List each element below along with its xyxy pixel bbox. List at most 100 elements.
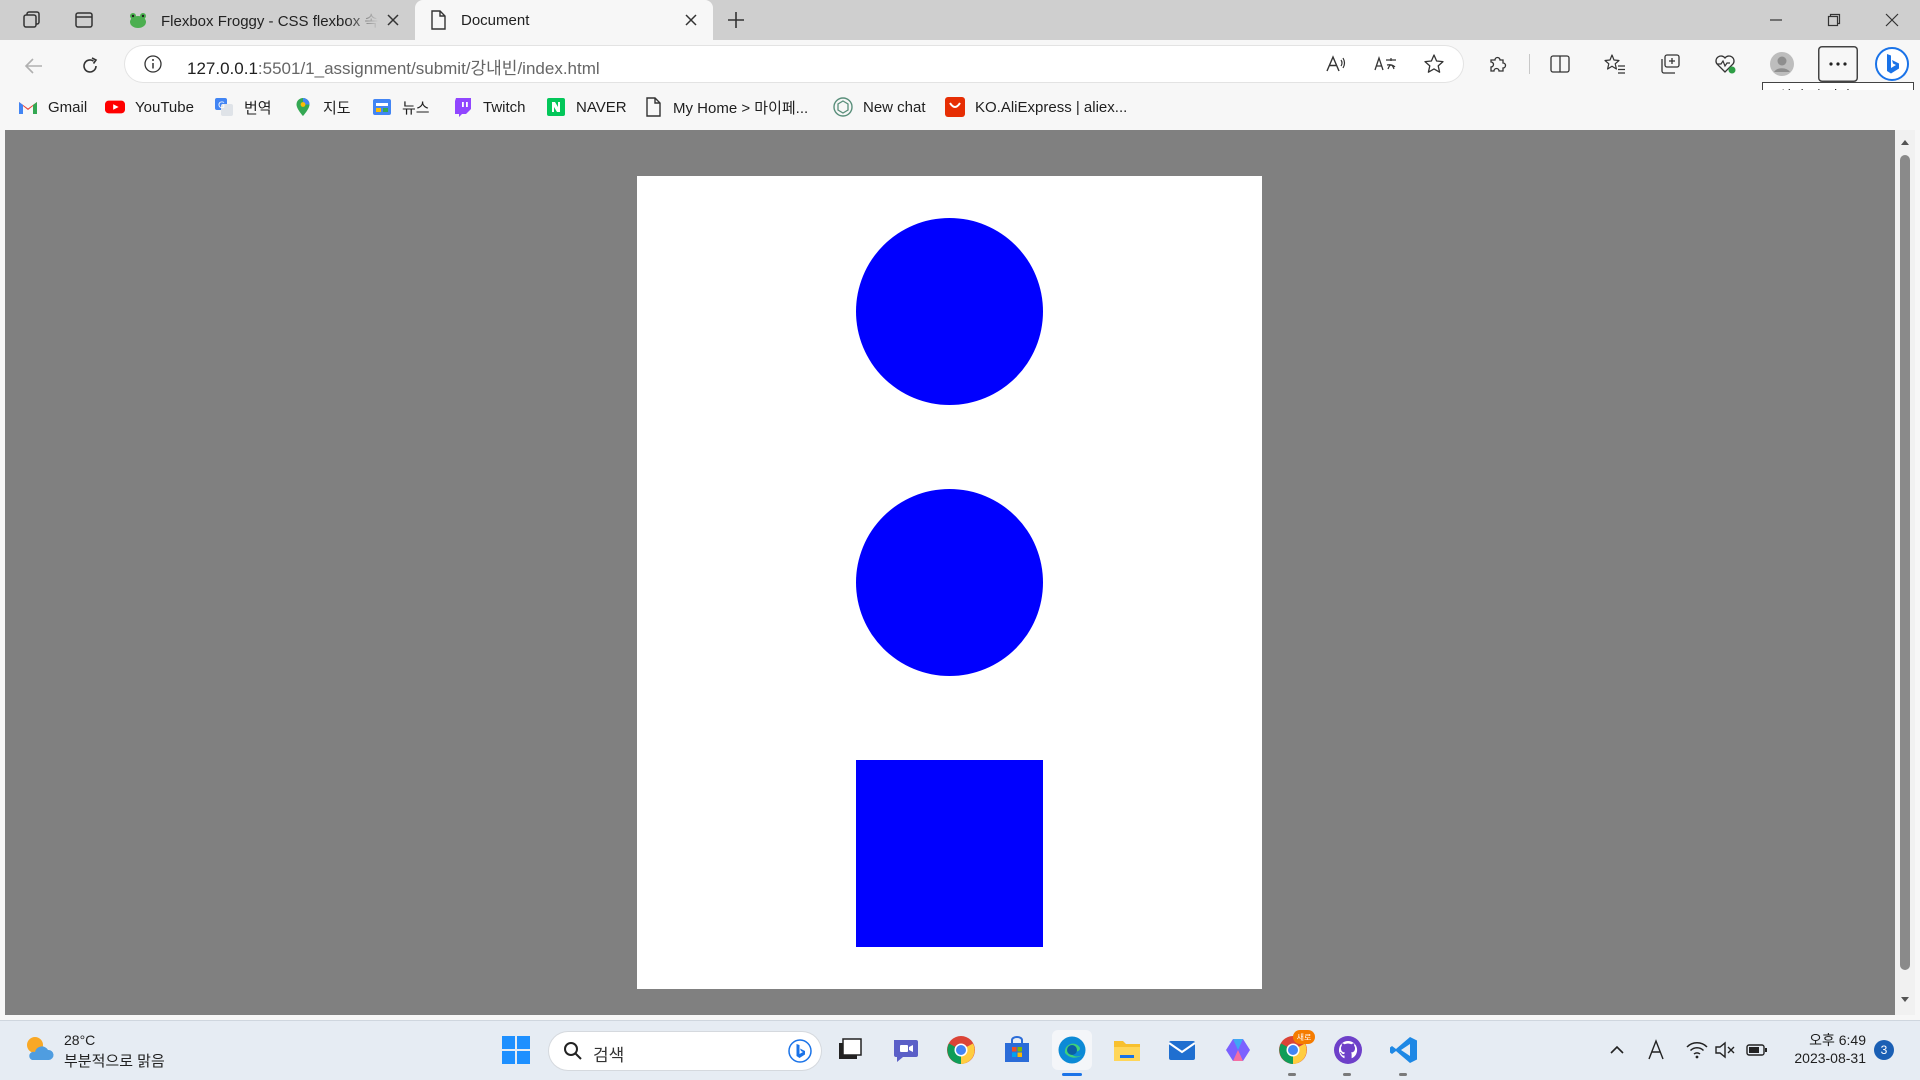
url-path: :5501/1_assignment/submit/강내빈/index.html <box>257 59 600 78</box>
battery-icon <box>1746 1044 1767 1056</box>
close-window-button[interactable] <box>1864 0 1920 40</box>
file-explorer-button[interactable] <box>1107 1030 1147 1070</box>
scroll-up-icon[interactable] <box>1900 138 1910 146</box>
volume-muted-icon <box>1715 1041 1735 1059</box>
blue-circle-middle <box>856 489 1043 676</box>
github-desktop-button[interactable] <box>1328 1030 1368 1070</box>
bookmark-twitch[interactable]: Twitch <box>453 96 526 118</box>
workspaces-button[interactable] <box>14 6 50 34</box>
bookmark-label: 지도 <box>323 99 351 117</box>
update-badge: 새로 <box>1293 1030 1315 1044</box>
split-screen-button[interactable] <box>1540 46 1580 82</box>
back-button[interactable] <box>16 50 52 82</box>
bookmark-new-chat[interactable]: New chat <box>833 96 926 118</box>
search-icon <box>564 1042 582 1060</box>
svg-text:G: G <box>218 101 225 111</box>
scroll-down-icon[interactable] <box>1900 996 1910 1004</box>
clock-date[interactable]: 2023-08-31 <box>1782 1050 1866 1066</box>
edge-button[interactable] <box>1052 1030 1092 1070</box>
split-screen-icon <box>1550 55 1570 73</box>
chat-icon <box>894 1040 918 1062</box>
minimize-button[interactable] <box>1748 0 1804 40</box>
copilot-app-button[interactable] <box>1218 1030 1258 1070</box>
aliexpress-icon <box>945 97 965 117</box>
tab-document[interactable]: Document <box>415 0 713 40</box>
show-hidden-icons-button[interactable] <box>1603 1036 1631 1064</box>
more-horizontal-icon <box>1829 62 1847 66</box>
bookmark-label: My Home > 마이페... <box>673 99 809 117</box>
bookmark-label: Twitch <box>483 98 526 116</box>
bookmark-youtube[interactable]: YouTube <box>105 96 194 118</box>
task-view-button[interactable] <box>830 1030 870 1070</box>
start-button[interactable] <box>496 1030 536 1070</box>
bookmark-naver[interactable]: NAVER <box>546 96 627 118</box>
star-icon <box>1424 54 1444 73</box>
close-icon <box>387 14 399 26</box>
battery-button[interactable] <box>1743 1036 1771 1064</box>
bing-icon <box>788 1039 812 1063</box>
restore-button[interactable] <box>1806 0 1862 40</box>
read-aloud-button[interactable] <box>1321 52 1351 76</box>
notification-badge[interactable]: 3 <box>1874 1040 1894 1060</box>
collections-icon <box>1661 54 1680 74</box>
active-app-indicator <box>1062 1073 1082 1076</box>
bookmark-label: 번역 <box>244 99 272 117</box>
bookmark-maps[interactable]: 지도 <box>293 96 351 118</box>
ime-button[interactable] <box>1642 1036 1670 1064</box>
minimize-icon <box>1770 19 1782 21</box>
browser-essentials-button[interactable] <box>1705 46 1745 82</box>
tab-flexbox-froggy[interactable]: Flexbox Froggy - CSS flexbox 속성 <box>115 0 415 40</box>
bookmark-label: New chat <box>863 98 926 116</box>
vscode-icon <box>1390 1037 1417 1063</box>
weather-widget[interactable] <box>22 1032 56 1066</box>
vscode-button[interactable] <box>1384 1030 1424 1070</box>
chrome-button[interactable] <box>941 1030 981 1070</box>
task-view-icon <box>839 1038 862 1059</box>
blue-circle-top <box>856 218 1043 405</box>
close-icon <box>685 14 697 26</box>
weather-temperature: 28°C <box>64 1032 96 1048</box>
naver-icon <box>546 97 566 117</box>
scrollbar-thumb[interactable] <box>1900 155 1910 970</box>
volume-button[interactable] <box>1711 1036 1739 1064</box>
translate-icon: G <box>214 97 234 117</box>
translate-icon <box>1374 55 1396 71</box>
taskbar-search[interactable]: 검색 <box>549 1032 821 1070</box>
address-bar[interactable]: 127.0.0.1:5501/1_assignment/submit/강내빈/i… <box>125 46 1463 82</box>
toolbar-divider <box>1529 54 1530 74</box>
site-info-button[interactable] <box>143 54 163 74</box>
github-icon <box>1334 1036 1362 1064</box>
favorites-list-icon <box>1604 54 1625 74</box>
twitch-icon <box>453 97 473 117</box>
bookmark-aliexpress[interactable]: KO.AliExpress | aliex... <box>945 96 1127 118</box>
close-tab-button[interactable] <box>677 6 705 34</box>
favorites-button[interactable] <box>1595 46 1635 82</box>
favorite-button[interactable] <box>1419 52 1449 76</box>
teams-chat-button[interactable] <box>886 1030 926 1070</box>
url-host: 127.0.0.1 <box>187 59 258 78</box>
bookmark-gmail[interactable]: Gmail <box>18 96 87 118</box>
url-text: 127.0.0.1:5501/1_assignment/submit/강내빈/i… <box>187 54 600 79</box>
mail-button[interactable] <box>1162 1030 1202 1070</box>
store-button[interactable] <box>997 1030 1037 1070</box>
settings-more-button[interactable] <box>1818 46 1858 82</box>
bing-copilot-button[interactable] <box>1872 46 1912 82</box>
extensions-button[interactable] <box>1478 46 1518 82</box>
running-app-indicator <box>1399 1073 1407 1076</box>
info-icon <box>144 55 162 73</box>
bookmark-news[interactable]: 뉴스 <box>372 96 430 118</box>
bookmark-my-home[interactable]: My Home > 마이페... <box>643 96 808 118</box>
refresh-button[interactable] <box>72 50 108 82</box>
partly-sunny-icon <box>27 1037 54 1060</box>
wifi-button[interactable] <box>1683 1036 1711 1064</box>
tab-actions-button[interactable] <box>66 6 102 34</box>
heart-pulse-icon <box>1715 55 1736 74</box>
translate-button[interactable] <box>1371 52 1401 76</box>
collections-button[interactable] <box>1650 46 1690 82</box>
clock-time[interactable]: 오후 6:49 <box>1790 1030 1866 1050</box>
news-icon <box>372 97 392 117</box>
close-tab-button[interactable] <box>379 6 407 34</box>
new-tab-button[interactable] <box>720 6 752 34</box>
profile-button[interactable] <box>1762 46 1802 82</box>
bookmark-translate[interactable]: G 번역 <box>214 96 272 118</box>
